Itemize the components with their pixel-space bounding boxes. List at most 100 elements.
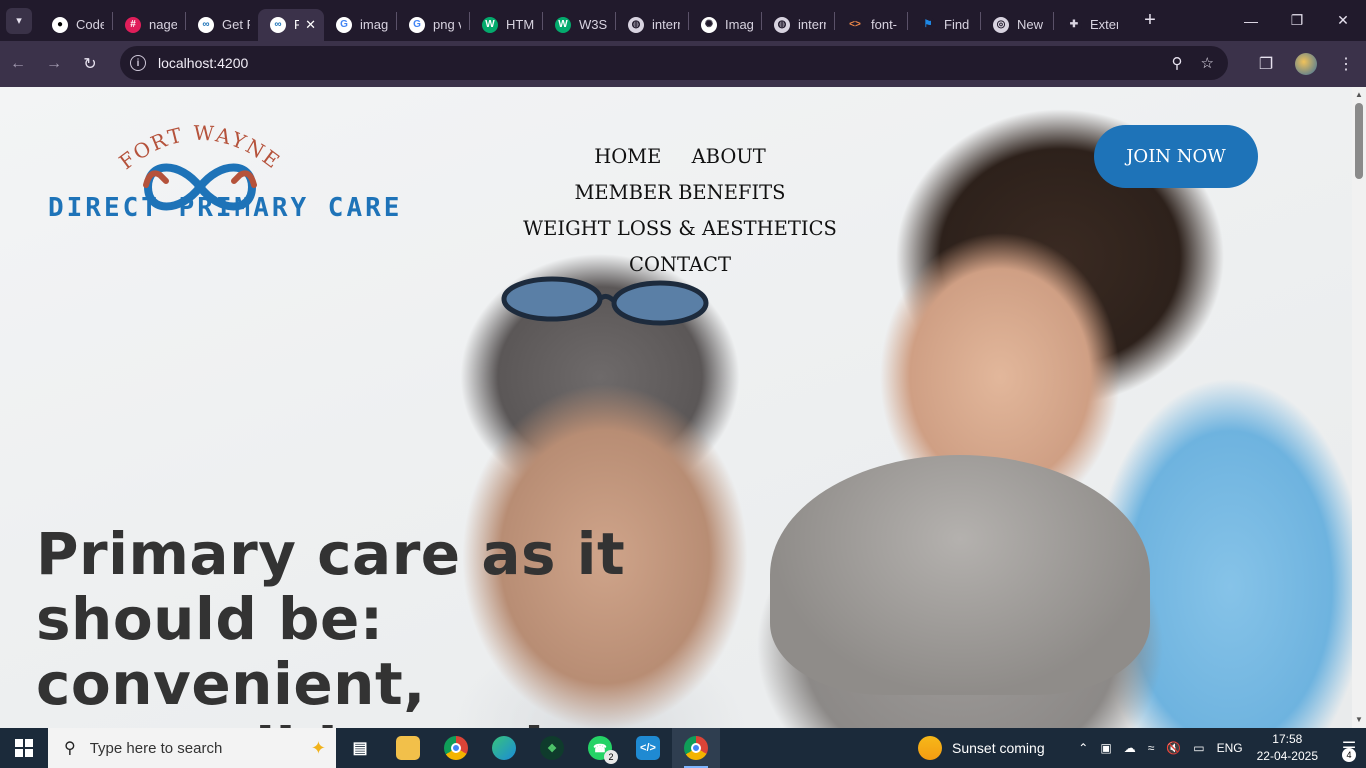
tab-title: Get F xyxy=(222,17,250,32)
wifi-icon[interactable]: ≈ xyxy=(1148,741,1155,755)
restore-icon[interactable]: ❐ xyxy=(1274,0,1320,41)
browser-tab[interactable]: <> font- xyxy=(835,9,907,41)
close-window-icon[interactable]: ✕ xyxy=(1320,0,1366,41)
vscode-icon[interactable]: </> xyxy=(624,728,672,768)
browser-tab[interactable]: ∞ F ✕ xyxy=(258,8,324,41)
site-info-icon[interactable]: i xyxy=(130,55,146,71)
scroll-up-icon[interactable]: ▲ xyxy=(1354,90,1364,100)
nav-home[interactable]: HOME xyxy=(594,145,661,168)
tab-title: New xyxy=(1017,17,1044,32)
extensions-icon[interactable]: ❐ xyxy=(1246,54,1286,74)
tab-search-button[interactable]: ▾ xyxy=(6,7,32,34)
nav-contact[interactable]: CONTACT xyxy=(629,253,731,276)
weather-widget[interactable]: Sunset coming xyxy=(918,728,1045,768)
scrollbar-thumb[interactable] xyxy=(1355,103,1363,179)
tab-title: Code xyxy=(76,17,104,32)
browser-tab[interactable]: Gimag xyxy=(324,9,396,41)
tab-title: imag xyxy=(360,17,388,32)
site-logo[interactable]: FORT WAYNE DIRECT PRIMARY CARE xyxy=(48,119,403,237)
browser-tab[interactable]: W HTM xyxy=(470,9,542,41)
browser-tab[interactable]: ✺ Imag xyxy=(689,9,761,41)
chrome-active-taskbar-icon[interactable] xyxy=(672,728,720,768)
clock[interactable]: 17:58 22-04-2025 xyxy=(1257,731,1318,765)
notification-center-icon[interactable]: ☰ 4 xyxy=(1332,728,1366,768)
chrome-icon: ◎ xyxy=(993,16,1009,33)
app-favicon: ∞ xyxy=(198,16,214,33)
forward-arrow-icon[interactable]: → xyxy=(36,46,72,82)
window-controls: — ❐ ✕ xyxy=(1228,0,1366,41)
slack-icon: # xyxy=(125,16,141,33)
app-favicon: ∞ xyxy=(270,16,286,33)
new-tab-button[interactable]: + xyxy=(1140,9,1160,32)
url-text[interactable]: localhost:4200 xyxy=(158,55,248,71)
browser-tab[interactable]: ◎ New xyxy=(981,9,1053,41)
browser-tab[interactable]: Gpng v xyxy=(397,9,469,41)
browser-tab[interactable]: ◍ interr xyxy=(762,9,834,41)
webpage-viewport: FORT WAYNE DIRECT PRIMARY CARE HOME ABOU… xyxy=(0,87,1352,728)
menu-kebab-icon[interactable]: ⋮ xyxy=(1326,54,1366,74)
language-indicator[interactable]: ENG xyxy=(1217,741,1243,755)
browser-toolbar: ← → ↻ i localhost:4200 ⚲ ☆ ❐ ⋮ xyxy=(0,41,1366,87)
tab-title: Exter xyxy=(1090,17,1118,32)
profile-avatar[interactable] xyxy=(1295,53,1317,75)
tab-title: interr xyxy=(798,17,826,32)
system-tray: ⌃ ▣ ☁ ≈ 🔇 ▭ ENG 17:58 22-04-2025 ☰ 4 xyxy=(1072,728,1366,768)
reload-icon[interactable]: ↻ xyxy=(72,46,108,82)
chrome-taskbar-icon[interactable] xyxy=(432,728,480,768)
notification-count: 4 xyxy=(1342,748,1356,762)
tray-chevron-icon[interactable]: ⌃ xyxy=(1078,741,1088,755)
puzzle-icon: ✚ xyxy=(1066,16,1082,33)
tab-title: font- xyxy=(871,17,898,32)
browser-tab[interactable]: ● Code xyxy=(40,9,112,41)
google-icon: G xyxy=(336,16,352,33)
file-explorer-icon[interactable] xyxy=(384,728,432,768)
browser-tab[interactable]: ∞ Get F xyxy=(186,9,258,41)
mongodb-compass-icon[interactable]: ❖ xyxy=(528,728,576,768)
task-view-icon[interactable]: ▤ xyxy=(336,728,384,768)
onedrive-icon[interactable]: ☁ xyxy=(1124,741,1136,755)
whatsapp-icon[interactable]: ☎ 2 xyxy=(576,728,624,768)
w3schools-icon: W xyxy=(482,16,498,33)
address-bar[interactable]: i localhost:4200 ⚲ ☆ xyxy=(120,46,1228,80)
nav-weight-loss-aesthetics[interactable]: WEIGHT LOSS & AESTHETICS xyxy=(523,217,837,240)
clock-time: 17:58 xyxy=(1272,732,1303,746)
whatsapp-badge: 2 xyxy=(604,750,618,764)
taskbar-search-box[interactable]: ⚲ Type here to search ✦ xyxy=(48,728,336,768)
page-scrollbar[interactable]: ▲ ▼ xyxy=(1352,87,1366,728)
tab-title: png v xyxy=(433,17,461,32)
close-tab-icon[interactable]: ✕ xyxy=(305,17,316,33)
edge-icon[interactable] xyxy=(480,728,528,768)
minimize-icon[interactable]: — xyxy=(1228,0,1274,41)
tab-title: nage xyxy=(149,17,177,32)
zoom-icon[interactable]: ⚲ xyxy=(1172,54,1183,72)
browser-tab[interactable]: ✚ Exter xyxy=(1054,9,1126,41)
svg-text:FORT WAYNE: FORT WAYNE xyxy=(114,121,285,174)
github-icon: ● xyxy=(52,16,68,33)
tab-title: W3Sc xyxy=(579,17,607,32)
nav-about[interactable]: ABOUT xyxy=(692,145,766,168)
scroll-down-icon[interactable]: ▼ xyxy=(1354,715,1364,725)
w3schools-icon: W xyxy=(555,16,571,33)
back-arrow-icon[interactable]: ← xyxy=(0,46,36,82)
meet-now-icon[interactable]: ▣ xyxy=(1100,741,1111,755)
windows-taskbar: ⚲ Type here to search ✦ ▤ ❖ ☎ 2 </> Sunse… xyxy=(0,728,1366,768)
weather-text: Sunset coming xyxy=(952,740,1045,756)
browser-tab-strip: ▾ ●Code#nage∞Get F∞F✕GimagGpng vWHTMWW3S… xyxy=(0,0,1366,41)
browser-tab[interactable]: # nage xyxy=(113,9,185,41)
browser-tab[interactable]: W W3Sc xyxy=(543,9,615,41)
copilot-sparkle-icon[interactable]: ✦ xyxy=(311,738,326,759)
logo-name-text: DIRECT PRIMARY CARE xyxy=(48,193,403,223)
tab-title: Find xyxy=(944,17,970,32)
windows-start-icon[interactable] xyxy=(0,728,48,768)
battery-icon[interactable]: ▭ xyxy=(1193,741,1204,755)
speaker-mute-icon[interactable]: 🔇 xyxy=(1166,741,1181,755)
main-navigation: HOME ABOUT MEMBER BENEFITS WEIGHT LOSS &… xyxy=(470,139,890,283)
tab-title: HTM xyxy=(506,17,534,32)
nav-member-benefits[interactable]: MEMBER BENEFITS xyxy=(574,181,785,204)
bookmark-star-icon[interactable]: ☆ xyxy=(1201,54,1214,72)
browser-tab[interactable]: ⚑ Find xyxy=(908,9,980,41)
globe-icon: ◍ xyxy=(774,16,790,33)
flag-icon: ⚑ xyxy=(920,16,936,33)
browser-tab[interactable]: ◍ interr xyxy=(616,9,688,41)
join-now-button[interactable]: JOIN NOW xyxy=(1094,125,1258,188)
